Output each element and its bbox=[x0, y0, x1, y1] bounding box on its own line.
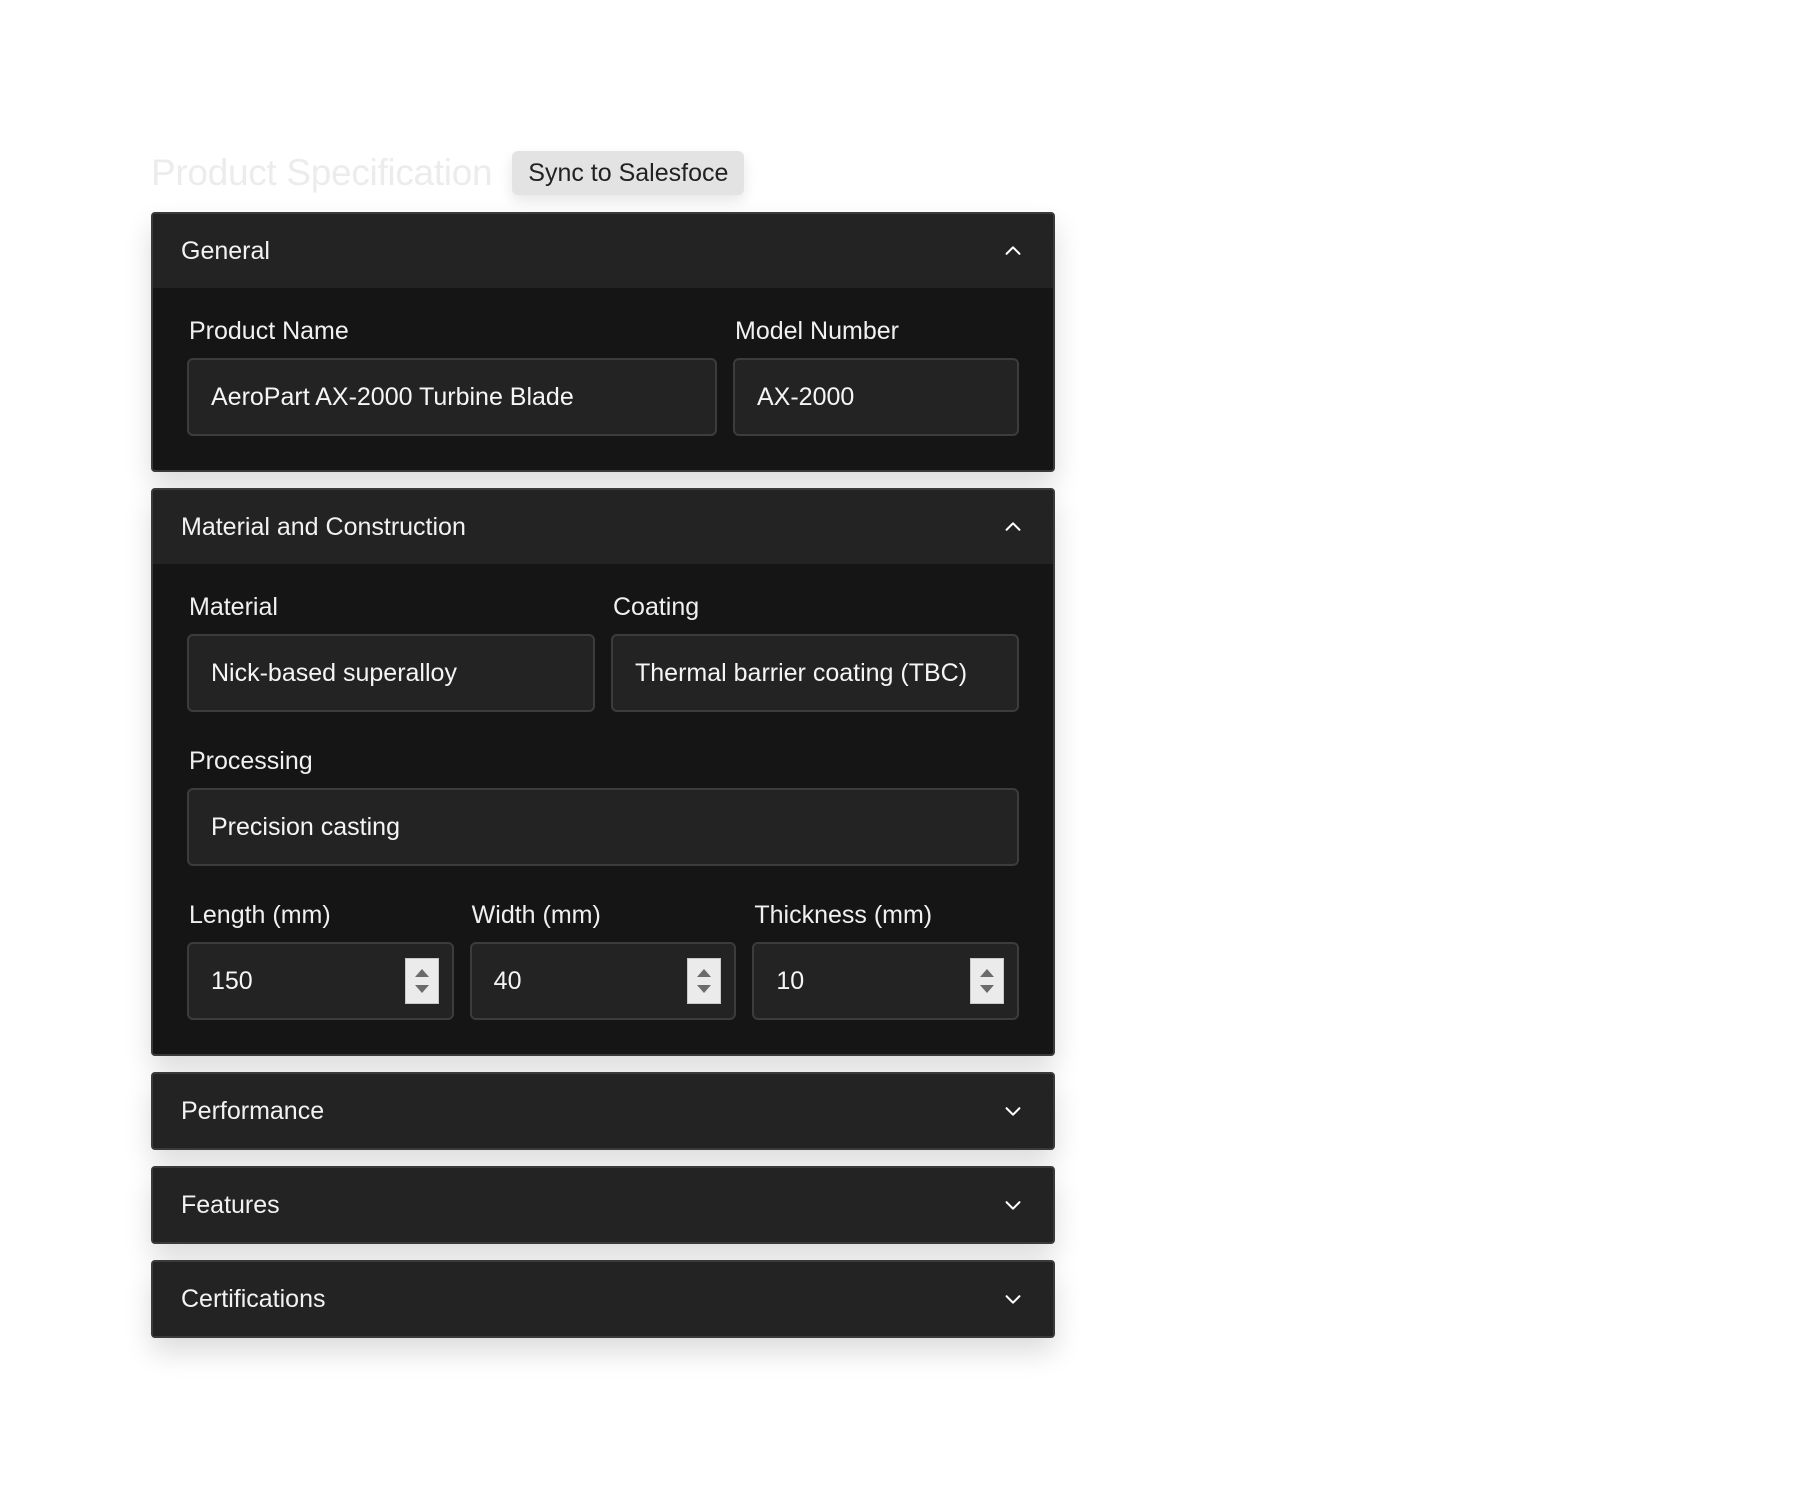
section-features-header[interactable]: Features bbox=[153, 1168, 1053, 1242]
model-number-label: Model Number bbox=[735, 317, 899, 345]
thickness-label: Thickness (mm) bbox=[754, 901, 933, 929]
material-field: Material bbox=[187, 592, 595, 712]
length-label: Length (mm) bbox=[189, 901, 331, 929]
chevron-up-icon[interactable] bbox=[1001, 515, 1025, 539]
thickness-stepper[interactable] bbox=[970, 958, 1005, 1004]
coating-field: Coating bbox=[611, 592, 1019, 712]
length-stepper[interactable] bbox=[404, 958, 439, 1004]
product-name-input[interactable] bbox=[187, 358, 717, 436]
product-name-field: Product Name bbox=[187, 316, 717, 436]
processing-label: Processing bbox=[189, 747, 313, 775]
width-field: Width (mm) bbox=[469, 900, 737, 1020]
increment-arrow-icon[interactable] bbox=[414, 969, 429, 977]
chevron-down-icon[interactable] bbox=[1001, 1193, 1025, 1217]
section-title: Certifications bbox=[181, 1284, 326, 1313]
material-label: Material bbox=[189, 593, 278, 621]
decrement-arrow-icon[interactable] bbox=[697, 985, 712, 993]
coating-label: Coating bbox=[613, 593, 700, 621]
section-performance: Performance bbox=[151, 1072, 1055, 1150]
product-name-label: Product Name bbox=[189, 317, 349, 345]
material-input[interactable] bbox=[187, 634, 595, 712]
length-field: Length (mm) bbox=[187, 900, 454, 1020]
chevron-down-icon[interactable] bbox=[1001, 1099, 1025, 1123]
chevron-down-icon[interactable] bbox=[1001, 1287, 1025, 1311]
section-features: Features bbox=[151, 1166, 1055, 1244]
section-general-header[interactable]: General bbox=[153, 214, 1053, 288]
processing-field: Processing bbox=[187, 746, 1019, 866]
decrement-arrow-icon[interactable] bbox=[980, 985, 995, 993]
processing-input[interactable] bbox=[187, 788, 1019, 866]
increment-arrow-icon[interactable] bbox=[697, 969, 712, 977]
coating-input[interactable] bbox=[611, 634, 1019, 712]
page-title: Product Specification bbox=[151, 152, 493, 193]
section-general: General Product Name Model Number bbox=[151, 212, 1055, 472]
section-title: Performance bbox=[181, 1096, 325, 1125]
section-material-body: Material Coating Processing Length (mm) bbox=[153, 564, 1053, 1054]
chevron-up-icon[interactable] bbox=[1001, 239, 1025, 263]
sync-to-salesforce-button[interactable]: Sync to Salesfoce bbox=[512, 151, 745, 195]
section-certifications: Certifications bbox=[151, 1260, 1055, 1338]
model-number-field: Model Number bbox=[733, 316, 1019, 436]
page-header: Product Specification Sync to Salesfoce bbox=[151, 151, 745, 195]
section-title: Features bbox=[181, 1190, 280, 1219]
section-certifications-header[interactable]: Certifications bbox=[153, 1262, 1053, 1336]
decrement-arrow-icon[interactable] bbox=[414, 985, 429, 993]
section-material-header[interactable]: Material and Construction bbox=[153, 490, 1053, 564]
section-title: General bbox=[181, 236, 270, 265]
width-label: Width (mm) bbox=[471, 901, 601, 929]
section-performance-header[interactable]: Performance bbox=[153, 1074, 1053, 1148]
increment-arrow-icon[interactable] bbox=[980, 969, 995, 977]
section-title: Material and Construction bbox=[181, 512, 466, 541]
section-general-body: Product Name Model Number bbox=[153, 288, 1053, 470]
product-spec-accordion: General Product Name Model Number Materi… bbox=[151, 212, 1055, 1354]
thickness-field: Thickness (mm) bbox=[752, 900, 1020, 1020]
section-material-construction: Material and Construction Material Coati… bbox=[151, 488, 1055, 1056]
model-number-input[interactable] bbox=[733, 358, 1019, 436]
width-stepper[interactable] bbox=[687, 958, 722, 1004]
